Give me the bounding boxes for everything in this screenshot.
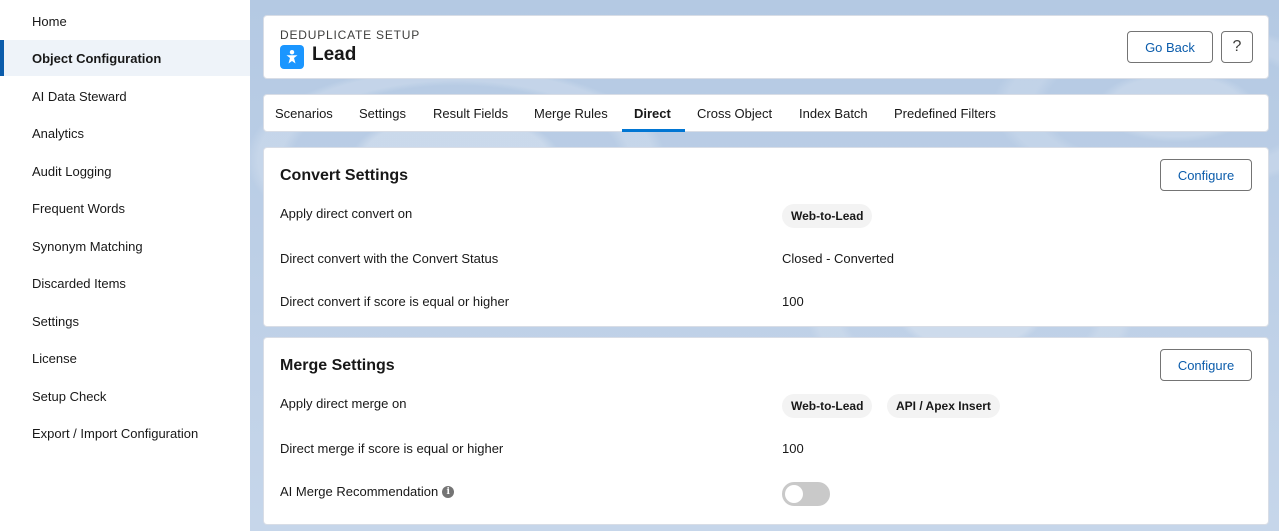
convert-source-badge: Web-to-Lead <box>782 204 873 228</box>
tab-merge-rules[interactable]: Merge Rules <box>534 95 608 132</box>
active-tab-indicator <box>622 129 685 132</box>
ai-merge-recommendation-row: AI Merge Recommendation i <box>280 484 455 499</box>
tab-index-batch[interactable]: Index Batch <box>799 95 868 132</box>
merge-score-label: Direct merge if score is equal or higher <box>280 441 504 456</box>
merge-source-badge: Web-to-Lead <box>782 394 873 418</box>
sidebar-item-label: AI Data Steward <box>32 88 127 104</box>
page-header: DEDUPLICATE SETUP Lead Go Back ? <box>263 15 1269 79</box>
merge-source-badge: API / Apex Insert <box>887 394 1000 418</box>
sidebar-item-label: Object Configuration <box>32 50 162 66</box>
sidebar-item-label: Setup Check <box>32 388 107 404</box>
sidebar-item-frequent-words[interactable]: Frequent Words <box>0 190 250 226</box>
sidebar-item-label: Discarded Items <box>32 275 126 291</box>
merge-score-value: 100 <box>782 441 804 456</box>
tab-result-fields[interactable]: Result Fields <box>433 95 508 132</box>
tab-direct[interactable]: Direct <box>634 95 671 132</box>
sidebar-item-synonym-matching[interactable]: Synonym Matching <box>0 228 250 264</box>
convert-status-value: Closed - Converted <box>782 251 894 266</box>
merge-settings-section: Merge Settings Configure Apply direct me… <box>263 337 1269 525</box>
sidebar-item-label: Audit Logging <box>32 163 112 179</box>
sidebar-item-label: Settings <box>32 313 79 329</box>
sidebar-item-export-import-configuration[interactable]: Export / Import Configuration <box>0 415 250 451</box>
info-icon[interactable]: i <box>442 485 455 498</box>
convert-score-value: 100 <box>782 294 804 309</box>
sidebar-item-label: Home <box>32 13 67 29</box>
page-title: Lead <box>312 44 357 65</box>
sidebar: Home Object Configuration AI Data Stewar… <box>0 0 250 531</box>
sidebar-item-label: Analytics <box>32 125 85 141</box>
lead-person-icon <box>280 45 304 69</box>
apply-direct-convert-label: Apply direct convert on <box>280 206 413 221</box>
sidebar-item-audit-logging[interactable]: Audit Logging <box>0 153 250 189</box>
ai-merge-recommendation-toggle[interactable] <box>782 482 830 506</box>
convert-configure-button[interactable]: Configure <box>1160 159 1252 191</box>
sidebar-item-setup-check[interactable]: Setup Check <box>0 378 250 414</box>
sidebar-item-home[interactable]: Home <box>0 3 250 39</box>
toggle-knob <box>785 485 803 503</box>
merge-settings-title: Merge Settings <box>280 357 395 374</box>
sidebar-item-label: Synonym Matching <box>32 238 143 254</box>
sidebar-item-settings[interactable]: Settings <box>0 303 250 339</box>
help-button[interactable]: ? <box>1221 31 1253 63</box>
sidebar-item-label: Frequent Words <box>32 200 125 216</box>
apply-direct-merge-label: Apply direct merge on <box>280 396 407 411</box>
convert-status-label: Direct convert with the Convert Status <box>280 251 499 266</box>
sidebar-item-object-configuration[interactable]: Object Configuration <box>0 40 250 76</box>
sidebar-item-license[interactable]: License <box>0 340 250 376</box>
page-eyebrow: DEDUPLICATE SETUP <box>280 28 421 42</box>
sidebar-item-discarded-items[interactable]: Discarded Items <box>0 265 250 301</box>
sidebar-item-analytics[interactable]: Analytics <box>0 115 250 151</box>
merge-configure-button[interactable]: Configure <box>1160 349 1252 381</box>
ai-merge-recommendation-label: AI Merge Recommendation <box>280 484 439 499</box>
sidebar-item-label: Export / Import Configuration <box>32 425 199 441</box>
convert-settings-section: Convert Settings Configure Apply direct … <box>263 147 1269 327</box>
convert-settings-title: Convert Settings <box>280 167 409 184</box>
convert-score-label: Direct convert if score is equal or high… <box>280 294 510 309</box>
go-back-button[interactable]: Go Back <box>1127 31 1213 63</box>
tab-cross-object[interactable]: Cross Object <box>697 95 772 132</box>
sidebar-item-ai-data-steward[interactable]: AI Data Steward <box>0 78 250 114</box>
sidebar-item-label: License <box>32 350 77 366</box>
tab-settings[interactable]: Settings <box>359 95 406 132</box>
tab-bar: Scenarios Settings Result Fields Merge R… <box>263 94 1269 132</box>
tab-predefined-filters[interactable]: Predefined Filters <box>894 95 996 132</box>
tab-scenarios[interactable]: Scenarios <box>275 95 333 132</box>
